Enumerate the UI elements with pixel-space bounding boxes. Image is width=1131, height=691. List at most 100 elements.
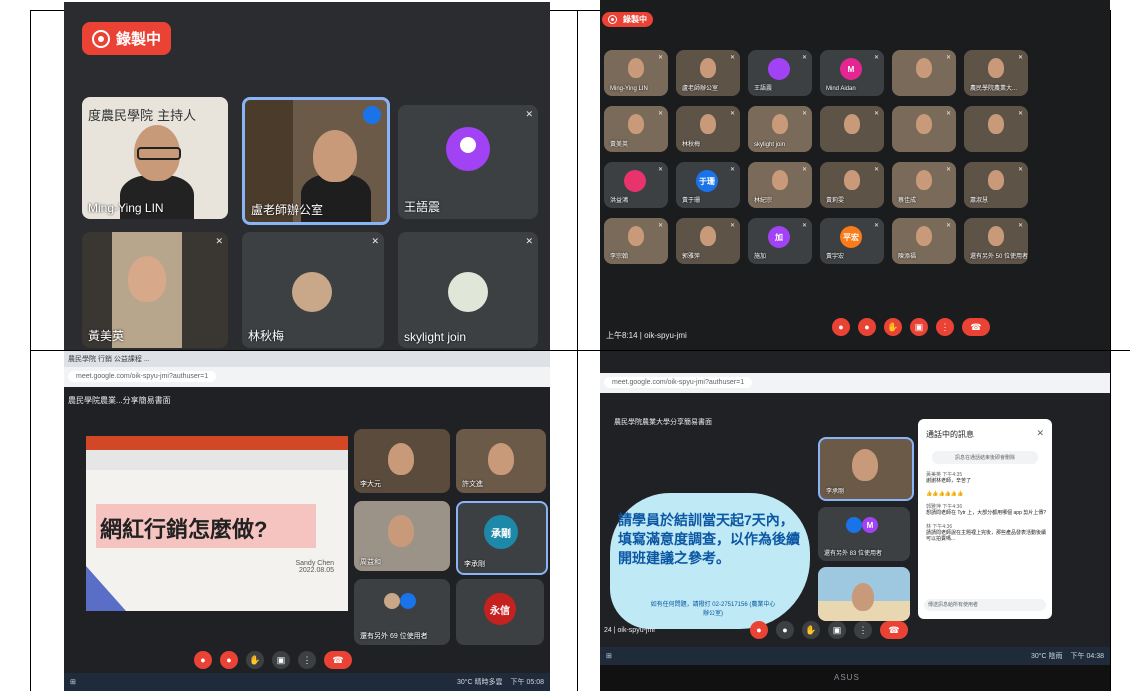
weather-widget[interactable]: 30°C 陰雨	[1031, 651, 1063, 661]
gallery-tile[interactable]: ✕ 王語震	[748, 50, 812, 96]
raise-hand-button[interactable]: ✋	[802, 621, 820, 639]
taskbar-clock[interactable]: 下午 05:08	[511, 677, 550, 687]
person-face	[988, 170, 1004, 190]
avatar: M	[862, 517, 878, 533]
leave-call-button[interactable]: ☎	[324, 651, 352, 669]
panel-meet-presentation: 農民學院 行銷 公益課程 ... meet.google.com/oik-spy…	[64, 351, 550, 691]
gallery-tile[interactable]: 于珊 ✕ 黃于珊	[676, 162, 740, 208]
avatar	[400, 593, 416, 609]
tile-skylight-join[interactable]: ✕ skylight join	[398, 232, 538, 348]
camera-toggle-button[interactable]: ●	[220, 651, 238, 669]
browser-tab[interactable]: 農民學院 行銷 公益課程 ...	[68, 354, 150, 364]
gallery-tile[interactable]: ✕	[820, 106, 884, 152]
gallery-tile[interactable]: 加 ✕ 施加	[748, 218, 812, 264]
mic-off-icon: ✕	[945, 223, 951, 229]
chat-message: 黃美英 下午4:35 謝謝林老師，辛苦了	[926, 471, 1046, 485]
windows-taskbar: ⊞ 30°C 晴時多雲 下午 05:08	[64, 673, 550, 691]
more-options-button[interactable]: ⋮	[936, 318, 954, 336]
gallery-tile[interactable]: ✕ 洪益鴻	[604, 162, 668, 208]
taskbar-clock[interactable]: 下午 04:38	[1071, 651, 1110, 661]
gallery-tile[interactable]: ✕	[964, 106, 1028, 152]
chat-input[interactable]: 傳送訊息給所有使用者	[924, 599, 1046, 611]
mic-toggle-button[interactable]: ●	[832, 318, 850, 336]
record-icon	[92, 29, 110, 48]
present-button[interactable]: ▣	[272, 651, 290, 669]
tile-name: 蔡佳成	[898, 198, 917, 204]
camera-toggle-button[interactable]: ●	[776, 621, 794, 639]
tile-lu-office-speaking[interactable]: 盧老師辦公室	[242, 97, 390, 225]
mic-off-icon: ✕	[371, 236, 379, 246]
avatar	[384, 593, 400, 609]
gallery-tile[interactable]: ✕ 李宗翰	[604, 218, 668, 264]
leave-call-button[interactable]: ☎	[962, 318, 990, 336]
tile-name: 郭雅萍	[682, 254, 701, 260]
address-bar[interactable]: meet.google.com/oik-spyu-jmi?authuser=1	[68, 371, 217, 382]
tile-name: 王語震	[754, 86, 773, 92]
windows-taskbar: ⊞ 30°C 陰雨 下午 04:38	[600, 647, 1110, 665]
gallery-tile[interactable]: ✕ 蔡佳成	[892, 162, 956, 208]
tile-huang-meiying[interactable]: ✕ 黃美英	[82, 232, 228, 348]
mic-off-icon: ✕	[657, 223, 663, 229]
browser-toolbar: meet.google.com/oik-spyu-jmi?authuser=1	[64, 367, 550, 387]
camera-toggle-button[interactable]: ●	[858, 318, 876, 336]
tile-others-69[interactable]: 還有另外 69 位使用者	[354, 579, 450, 645]
call-controls: ● ● ✋ ▣ ⋮ ☎	[750, 621, 908, 639]
gallery-tile[interactable]: ✕ 林秋梅	[676, 106, 740, 152]
present-button[interactable]: ▣	[828, 621, 846, 639]
slide-note: 如有任何問題，請撥打 02-27517156 (農業中心辦公室)	[650, 602, 776, 617]
tile-li-chenggang[interactable]: 李承剛	[818, 437, 914, 501]
gallery-tile[interactable]: ✕ 林紀宗	[748, 162, 812, 208]
ppt-ribbon	[86, 436, 348, 450]
slide-title: 網紅行銷怎麼做?	[100, 517, 268, 542]
tile-xu-wenjin[interactable]: 許文進	[456, 429, 546, 493]
gallery-tile[interactable]: ✕ 黃美英	[604, 106, 668, 152]
close-icon[interactable]: ✕	[1036, 428, 1044, 439]
person-face	[700, 226, 716, 246]
leave-call-button[interactable]: ☎	[880, 621, 908, 639]
mic-toggle-button[interactable]: ●	[194, 651, 212, 669]
gallery-tile[interactable]: ✕ 郭雅萍	[676, 218, 740, 264]
gallery-tile[interactable]: ✕ Ming-Ying LIN	[604, 50, 668, 96]
tile-beach-participant[interactable]	[818, 567, 910, 621]
tile-name: skylight join	[754, 142, 786, 148]
tile-yongxin[interactable]: 永信	[456, 579, 544, 645]
ppt-toolbar	[86, 450, 348, 470]
gallery-tile[interactable]: ✕	[892, 50, 956, 96]
tile-zhou-yihe[interactable]: 周益和	[354, 501, 450, 571]
tile-lin-qiumei[interactable]: ✕ 林秋梅	[242, 232, 384, 348]
tile-others-83[interactable]: M 還有另外 83 位使用者	[818, 507, 910, 561]
person-face	[772, 114, 788, 134]
person-face	[916, 114, 932, 134]
gallery-tile[interactable]: ✕ 陳添福	[892, 218, 956, 264]
address-bar[interactable]: meet.google.com/oik-spyu-jmi?authuser=1	[604, 377, 753, 388]
tile-name: 黃美英	[88, 329, 125, 343]
more-options-button[interactable]: ⋮	[854, 621, 872, 639]
gallery-tile[interactable]: ✕ skylight join	[748, 106, 812, 152]
gallery-tile[interactable]: ✕ 盧老師辦公室	[676, 50, 740, 96]
monitor-bezel: ASUS	[600, 665, 1110, 691]
mic-toggle-button[interactable]: ●	[750, 621, 768, 639]
tile-wang-yuzhen[interactable]: ✕ 王語震	[398, 105, 538, 219]
gallery-tile[interactable]: 平宏 ✕ 黃宇宏	[820, 218, 884, 264]
mic-off-icon: ✕	[525, 236, 533, 246]
avatar	[624, 170, 646, 192]
gallery-tile[interactable]: M ✕ Mind Aidan	[820, 50, 884, 96]
raise-hand-button[interactable]: ✋	[884, 318, 902, 336]
call-controls: ● ● ✋ ▣ ⋮ ☎	[832, 318, 990, 336]
chat-message: 郭雅萍 下午4:36 想請問老師在 Tytr 上，大部分都用哪個 app 剪片上傳…	[926, 503, 1046, 517]
gallery-tile[interactable]: ✕ 農民學院農業大...	[964, 50, 1028, 96]
tile-li-chenggang[interactable]: 承剛 李承剛	[456, 501, 548, 575]
tile-li-dayuan[interactable]: 李大元	[354, 429, 450, 493]
gallery-tile[interactable]: ✕ 還有另外 50 位使用者	[964, 218, 1028, 264]
more-options-button[interactable]: ⋮	[298, 651, 316, 669]
start-icon[interactable]: ⊞	[70, 678, 76, 686]
weather-widget[interactable]: 30°C 晴時多雲	[457, 677, 503, 687]
gallery-tile[interactable]: ✕	[892, 106, 956, 152]
present-button[interactable]: ▣	[910, 318, 928, 336]
tile-ming-ying-lin[interactable]: 度農民學院 主持人 Ming-Ying LIN	[82, 97, 228, 219]
start-icon[interactable]: ⊞	[606, 652, 612, 660]
raise-hand-button[interactable]: ✋	[246, 651, 264, 669]
gallery-tile[interactable]: ✕ 黃莉雯	[820, 162, 884, 208]
browser-toolbar: meet.google.com/oik-spyu-jmi?authuser=1	[600, 373, 1110, 393]
gallery-tile[interactable]: ✕ 蕭淑慧	[964, 162, 1028, 208]
